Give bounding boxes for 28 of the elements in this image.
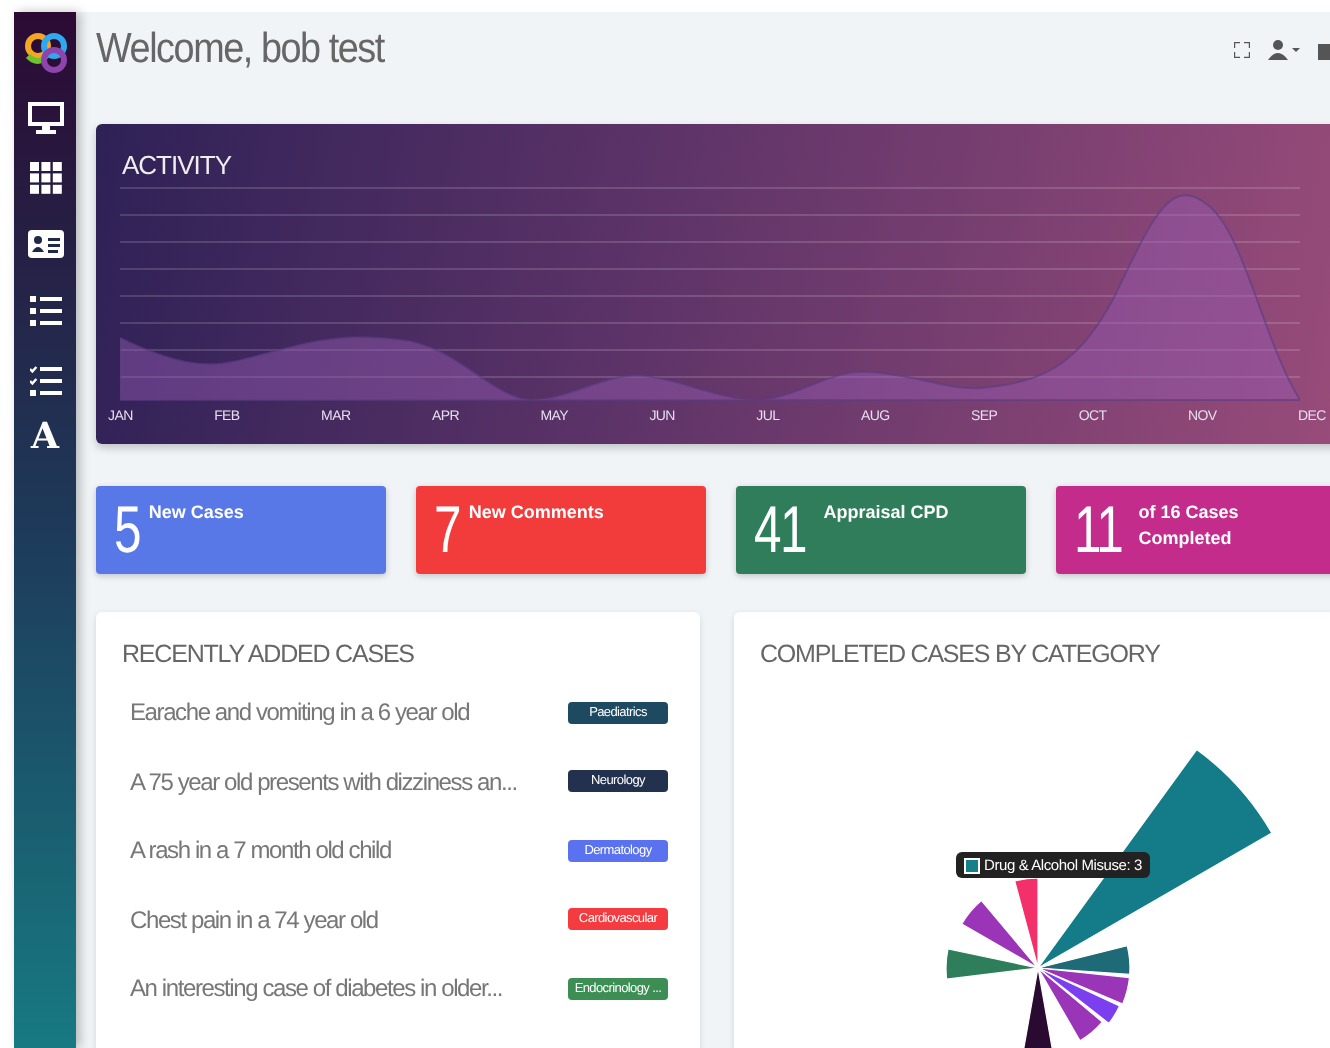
stat-value: 11	[1074, 490, 1123, 570]
case-link[interactable]: An interesting case of diabetes in older...	[130, 974, 503, 1003]
fullscreen-icon[interactable]	[1234, 42, 1250, 58]
logo-icon[interactable]	[23, 30, 67, 74]
monitor-icon[interactable]	[27, 102, 63, 134]
id-card-icon[interactable]	[27, 230, 63, 258]
stat-label: New Cases	[148, 500, 246, 526]
stat-label: Appraisal CPD	[823, 500, 951, 526]
stat-value: 7	[434, 490, 461, 570]
card-title: ACTIVITY	[122, 150, 232, 180]
font-icon[interactable]: A	[31, 416, 59, 458]
page-title: Welcome, bob test	[96, 26, 387, 74]
checklist-icon[interactable]	[29, 366, 61, 396]
panel-title: COMPLETED CASES BY CATEGORY	[760, 640, 1162, 668]
case-link[interactable]: A 75 year old presents with dizziness an...	[130, 767, 517, 796]
list-icon[interactable]	[29, 296, 61, 326]
user-menu-icon[interactable]	[1268, 40, 1300, 60]
stat-label: New Comments	[468, 500, 606, 526]
case-link[interactable]: Earache and vomiting in a 6 year old	[130, 698, 470, 727]
stat-value: 5	[114, 490, 141, 570]
case-link[interactable]: A rash in a 7 month old child	[130, 836, 391, 865]
panel-icon[interactable]	[1318, 41, 1330, 59]
grid-icon[interactable]	[29, 162, 61, 194]
panel-title: RECENTLY ADDED CASES	[122, 640, 416, 668]
case-link[interactable]: Chest pain in a 74 year old	[130, 905, 378, 934]
stat-card[interactable]: 41 Appraisal CPD	[736, 486, 1026, 574]
stat-value: 41	[754, 490, 807, 570]
stat-label: of 16 Cases Completed	[1138, 500, 1241, 552]
